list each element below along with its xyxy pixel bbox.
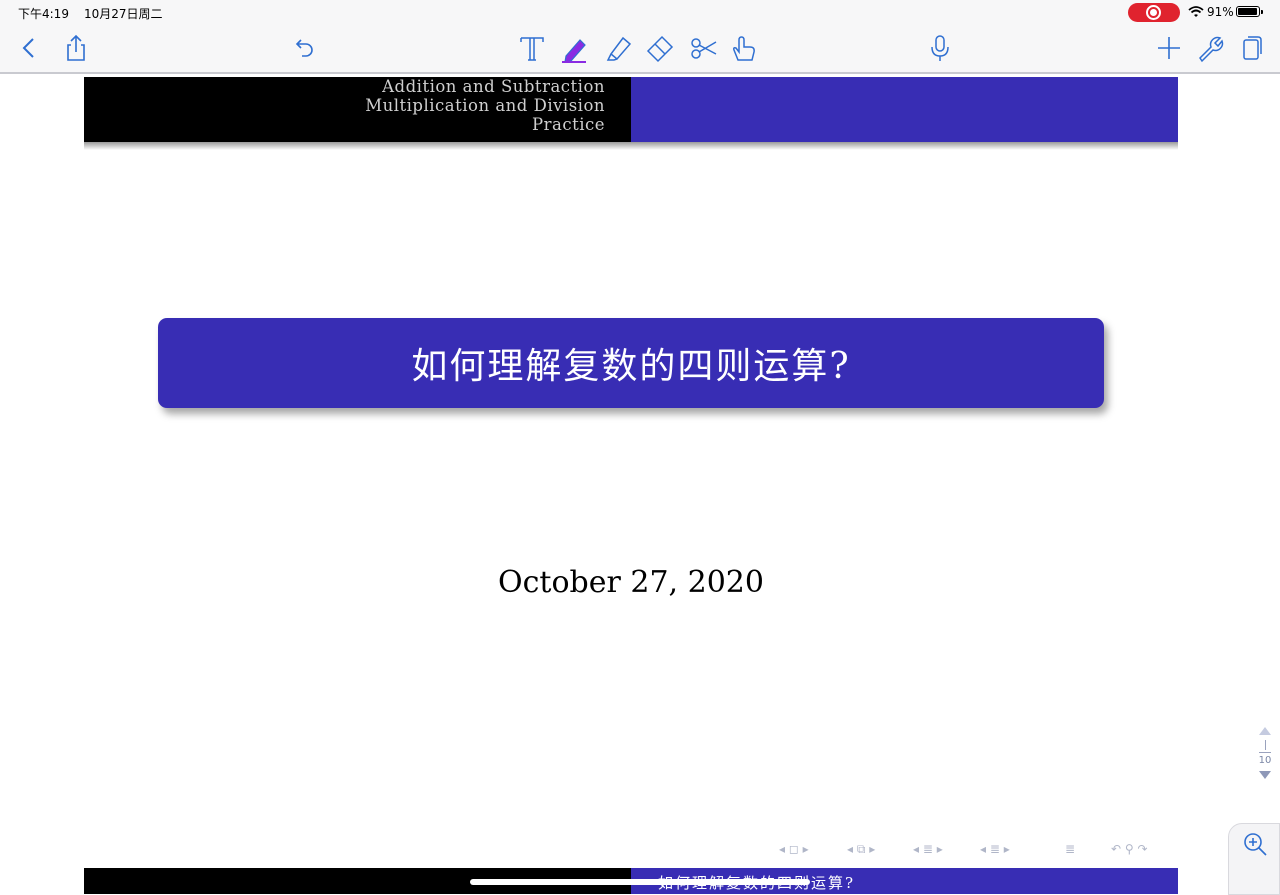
zoom-in-icon bbox=[1244, 833, 1267, 856]
section-practice[interactable]: Practice bbox=[365, 115, 605, 134]
section-addition-subtraction[interactable]: Addition and Subtraction bbox=[365, 77, 605, 96]
text-tool-icon[interactable] bbox=[516, 32, 548, 64]
battery-icon bbox=[1236, 6, 1263, 17]
microphone-icon[interactable] bbox=[924, 32, 956, 64]
undo-icon[interactable] bbox=[288, 32, 320, 64]
highlighter-tool-icon[interactable] bbox=[602, 32, 634, 64]
annotation-toolbar bbox=[0, 24, 1280, 74]
nav-subsection-icon[interactable]: ◂ ≣ ▸ bbox=[913, 842, 943, 856]
pen-tool-icon[interactable] bbox=[558, 32, 590, 64]
wrench-icon[interactable] bbox=[1194, 32, 1226, 64]
slide-header-bar: Addition and Subtraction Multiplication … bbox=[84, 77, 1178, 150]
record-dot-icon bbox=[1150, 9, 1157, 16]
nav-document-icon[interactable]: ≣ bbox=[1065, 842, 1075, 856]
page-total: 10 bbox=[1258, 755, 1272, 766]
status-bar: 下午4:19 10月27日周二 91% bbox=[0, 0, 1280, 24]
pages-icon[interactable] bbox=[1236, 32, 1268, 64]
page-down-icon[interactable] bbox=[1258, 770, 1272, 780]
battery-percentage: 91% bbox=[1207, 5, 1234, 19]
lasso-scissors-icon[interactable] bbox=[688, 32, 720, 64]
slide-header-left-panel: Addition and Subtraction Multiplication … bbox=[84, 77, 631, 142]
section-navigation: Addition and Subtraction Multiplication … bbox=[365, 77, 605, 134]
nav-section-icon[interactable]: ◂ ≣ ▸ bbox=[980, 842, 1010, 856]
slide-date: October 27, 2020 bbox=[498, 565, 764, 600]
share-icon[interactable] bbox=[60, 32, 92, 64]
nav-frame-icon[interactable]: ◂ ⧉ ▸ bbox=[847, 842, 875, 857]
slide-title-box: 如何理解复数的四则运算? bbox=[158, 318, 1104, 408]
nav-back-search-forward-icon[interactable]: ↶ ⚲ ↷ bbox=[1111, 842, 1148, 856]
back-icon[interactable] bbox=[14, 32, 46, 64]
page-divider bbox=[1259, 752, 1271, 753]
page-indicator-bar bbox=[1264, 740, 1266, 750]
page-up-icon[interactable] bbox=[1258, 726, 1272, 736]
eraser-tool-icon[interactable] bbox=[644, 32, 676, 64]
home-indicator[interactable] bbox=[470, 879, 810, 885]
nav-slide-icon[interactable]: ◂ ◻ ▸ bbox=[779, 842, 809, 856]
wifi-icon bbox=[1188, 6, 1204, 17]
header-shadow bbox=[84, 142, 1178, 150]
status-time: 下午4:19 bbox=[18, 7, 69, 21]
screen-recording-indicator[interactable] bbox=[1128, 3, 1180, 22]
section-multiplication-division[interactable]: Multiplication and Division bbox=[365, 96, 605, 115]
zoom-button[interactable] bbox=[1228, 823, 1280, 895]
beamer-navigation-symbols: ◂ ◻ ▸ ◂ ⧉ ▸ ◂ ≣ ▸ ◂ ≣ ▸ ≣ ↶ ⚲ ↷ bbox=[775, 842, 1175, 860]
slide-title: 如何理解复数的四则运算? bbox=[411, 346, 851, 387]
page-indicator: 1 10 bbox=[1254, 726, 1276, 798]
add-icon[interactable] bbox=[1153, 32, 1185, 64]
status-date: 10月27日周二 bbox=[84, 7, 163, 21]
pointer-hand-icon[interactable] bbox=[728, 32, 760, 64]
